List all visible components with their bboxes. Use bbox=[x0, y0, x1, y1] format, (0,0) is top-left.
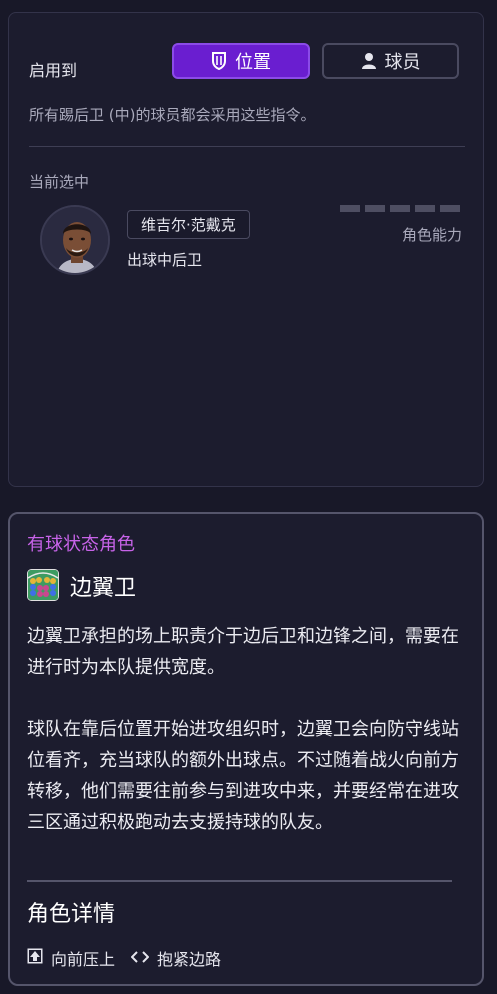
divider bbox=[29, 146, 465, 147]
player-role: 出球中后卫 bbox=[127, 251, 203, 269]
role-info-panel: 有球状态角色 边翼卫 边翼卫承担的场上职责介于边后卫和边锋之间，需要在进行时为本… bbox=[8, 512, 484, 986]
role-description: 边翼卫承担的场上职责介于边后卫和边锋之间，需要在进行时为本队提供宽度。 球队在靠… bbox=[27, 621, 467, 838]
push-up-icon bbox=[27, 948, 43, 968]
person-icon bbox=[361, 52, 377, 70]
current-selection-label: 当前选中 bbox=[29, 173, 90, 191]
divider bbox=[27, 880, 452, 882]
player-name-button[interactable]: 维吉尔·范戴克 bbox=[127, 210, 250, 239]
apply-description: 所有踢后卫 (中)的球员都会采用这些指令。 bbox=[29, 106, 316, 124]
role-details-title: 角色详情 bbox=[27, 902, 116, 927]
player-toggle-button[interactable]: 球员 bbox=[322, 43, 459, 79]
duty-label: 向前压上 bbox=[51, 950, 116, 969]
player-avatar[interactable] bbox=[40, 205, 110, 275]
duty-push-up[interactable]: 向前压上 bbox=[27, 946, 115, 970]
rating-segment bbox=[340, 205, 360, 212]
apply-panel: 启用到 位置 球员 所有踢后卫 (中)的球员都会采用这些指令。 当前选中 维吉尔… bbox=[8, 12, 484, 487]
apply-label: 启用到 bbox=[29, 61, 78, 80]
player-toggle-label: 球员 bbox=[384, 52, 421, 73]
rating-segment bbox=[390, 205, 410, 212]
role-type-label: 有球状态角色 bbox=[27, 534, 135, 555]
hug-touchline-icon bbox=[130, 949, 150, 968]
rating-segment bbox=[365, 205, 385, 212]
duty-hug-touchline[interactable]: 抱紧边路 bbox=[130, 946, 222, 970]
shield-icon bbox=[211, 52, 227, 70]
role-name: 边翼卫 bbox=[70, 576, 137, 601]
rating-segment bbox=[415, 205, 435, 212]
role-duties: 向前压上 抱紧边路 bbox=[27, 946, 237, 970]
wing-back-role-icon bbox=[27, 569, 59, 601]
role-description-paragraph: 边翼卫承担的场上职责介于边后卫和边锋之间，需要在进行时为本队提供宽度。 bbox=[27, 626, 459, 678]
duty-label: 抱紧边路 bbox=[157, 950, 222, 969]
position-toggle-label: 位置 bbox=[235, 52, 271, 73]
rating-segment bbox=[440, 205, 460, 212]
role-ability-label: 角色能力 bbox=[401, 226, 462, 244]
position-toggle-button[interactable]: 位置 bbox=[172, 43, 310, 79]
role-ability-rating bbox=[340, 205, 460, 212]
role-description-paragraph: 球队在靠后位置开始进攻组织时，边翼卫会向防守线站位看齐，充当球队的额外出球点。不… bbox=[27, 719, 459, 833]
